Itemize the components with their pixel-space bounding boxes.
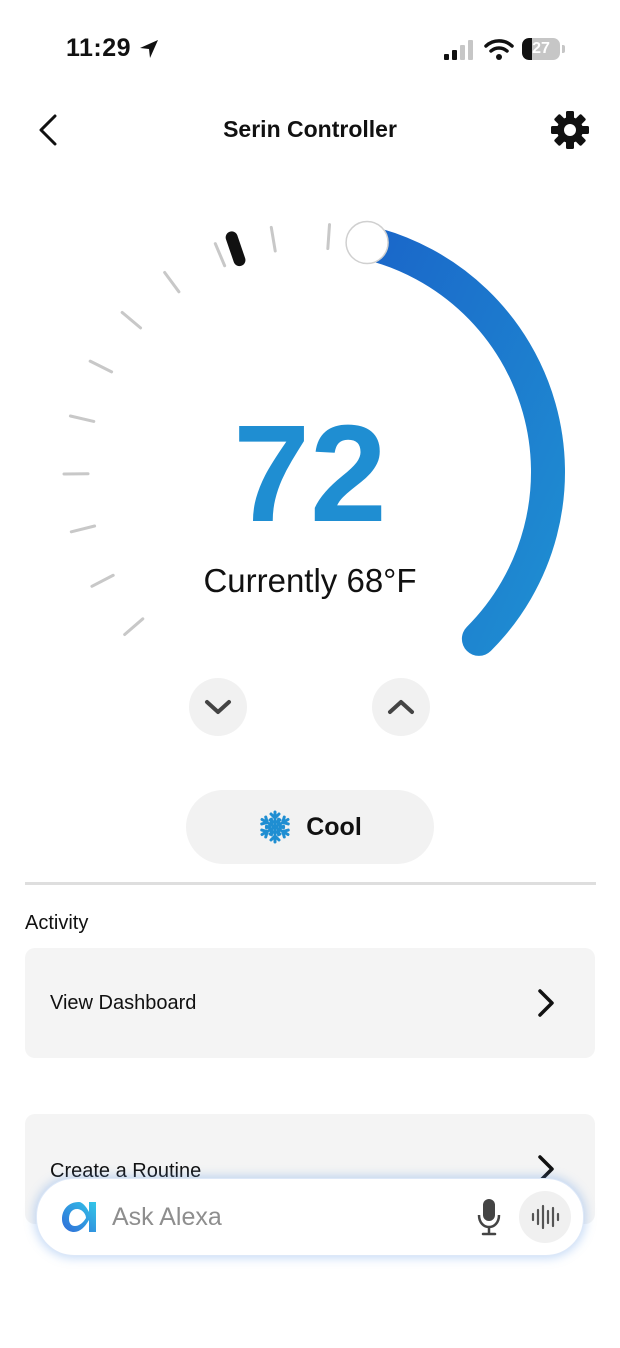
location-arrow-icon (140, 40, 158, 58)
dial-tick (269, 225, 277, 253)
chevron-up-icon (388, 700, 414, 714)
battery-level: 27 (532, 40, 550, 57)
voice-input-button[interactable] (519, 1191, 571, 1243)
gear-icon[interactable] (548, 108, 592, 152)
current-temperature-label: Currently 68°F (203, 562, 417, 599)
dial-tick (163, 271, 181, 294)
mode-button[interactable]: Cool (186, 790, 434, 864)
card-label: View Dashboard (50, 992, 197, 1014)
chevron-right-icon (538, 989, 554, 1017)
alexa-logo-icon (62, 1202, 96, 1232)
view-dashboard-card[interactable]: View Dashboard (25, 948, 595, 1058)
dial-tick (88, 359, 114, 374)
dial-tick (69, 524, 97, 534)
dial-tick (120, 310, 143, 330)
microphone-icon[interactable] (475, 1197, 503, 1237)
setpoint-temperature: 72 (233, 397, 387, 551)
dial-tick (326, 223, 332, 251)
setpoint-knob[interactable] (345, 220, 389, 265)
sound-wave-icon (531, 1204, 560, 1230)
decrease-temperature-button[interactable] (189, 678, 247, 736)
snowflake-icon (258, 810, 293, 844)
status-time: 11:29 (66, 34, 132, 62)
dial-tick (68, 414, 96, 423)
dial-tick (213, 242, 227, 268)
back-button[interactable] (30, 110, 70, 150)
ask-alexa-bar[interactable]: Ask Alexa (36, 1178, 584, 1256)
divider (25, 882, 596, 885)
chevron-down-icon (205, 700, 231, 714)
increase-temperature-button[interactable] (372, 678, 430, 736)
activity-section-title: Activity (25, 912, 89, 934)
wifi-icon (484, 39, 514, 60)
signal-icon (444, 40, 473, 60)
page-title: Serin Controller (223, 116, 397, 142)
ask-alexa-placeholder: Ask Alexa (112, 1203, 222, 1231)
battery-icon: 27 (522, 38, 566, 60)
dial-tick (123, 617, 145, 637)
current-temperature-marker (225, 231, 246, 267)
mode-label: Cool (306, 812, 362, 841)
